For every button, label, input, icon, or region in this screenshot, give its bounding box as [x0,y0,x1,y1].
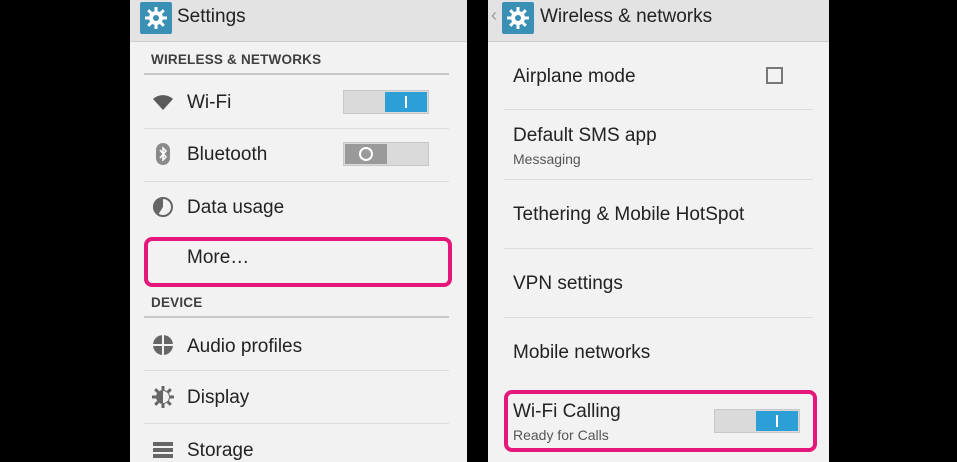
settings-item-label: Data usage [187,197,285,218]
wireless-networks-screen: ‹ Wireless & networks Airplane mode Defa… [488,0,829,462]
settings-item-bluetooth[interactable]: Bluetooth [144,129,449,181]
settings-item-label: VPN settings [513,273,623,294]
toggle-knob [345,144,387,164]
section-divider [144,73,449,75]
settings-item-audio-profiles[interactable]: Audio profiles [144,320,449,370]
highlight-box-more [144,237,452,287]
divider [504,109,813,110]
highlight-box-wifi-calling [504,390,817,452]
section-divider [144,316,449,318]
settings-item-label: Audio profiles [187,336,303,357]
bluetooth-toggle[interactable] [343,142,429,166]
audio-profiles-icon [150,332,176,358]
data-usage-icon [150,194,176,220]
settings-item-label: Display [187,387,250,408]
display-brightness-icon [150,384,176,410]
settings-item-summary: Messaging [513,151,581,167]
toggle-knob [385,92,427,112]
back-chevron-icon[interactable]: ‹ [491,5,497,26]
action-bar: Settings [130,0,467,42]
gear-icon[interactable] [140,2,172,34]
action-bar: ‹ Wireless & networks [488,0,829,42]
settings-item-data-usage[interactable]: Data usage [144,182,449,232]
divider [504,179,813,180]
page-title: Wireless & networks [540,6,713,27]
wifi-toggle[interactable] [343,90,429,114]
settings-item-label: Mobile networks [513,342,651,363]
wifi-icon [150,90,176,116]
section-header-device: DEVICE [151,295,203,310]
settings-item-label: Airplane mode [513,66,636,87]
settings-item-label: Default SMS app [513,125,657,146]
bluetooth-icon [150,141,176,167]
settings-item-label: Storage [187,440,254,461]
airplane-mode-checkbox[interactable] [766,67,783,84]
page-title: Settings [177,6,246,27]
settings-item-storage[interactable]: Storage [144,424,449,462]
gear-icon[interactable] [502,2,534,34]
divider [504,317,813,318]
settings-screen: Settings WIRELESS & NETWORKS Wi-Fi Bluet… [130,0,467,462]
settings-item-display[interactable]: Display [144,371,449,423]
settings-item-wifi[interactable]: Wi-Fi [144,78,449,128]
storage-icon [150,437,176,462]
settings-item-label: Bluetooth [187,144,268,165]
settings-item-label: Wi-Fi [187,92,232,113]
settings-item-label: Tethering & Mobile HotSpot [513,204,745,225]
divider [504,248,813,249]
section-header-wireless: WIRELESS & NETWORKS [151,52,322,67]
